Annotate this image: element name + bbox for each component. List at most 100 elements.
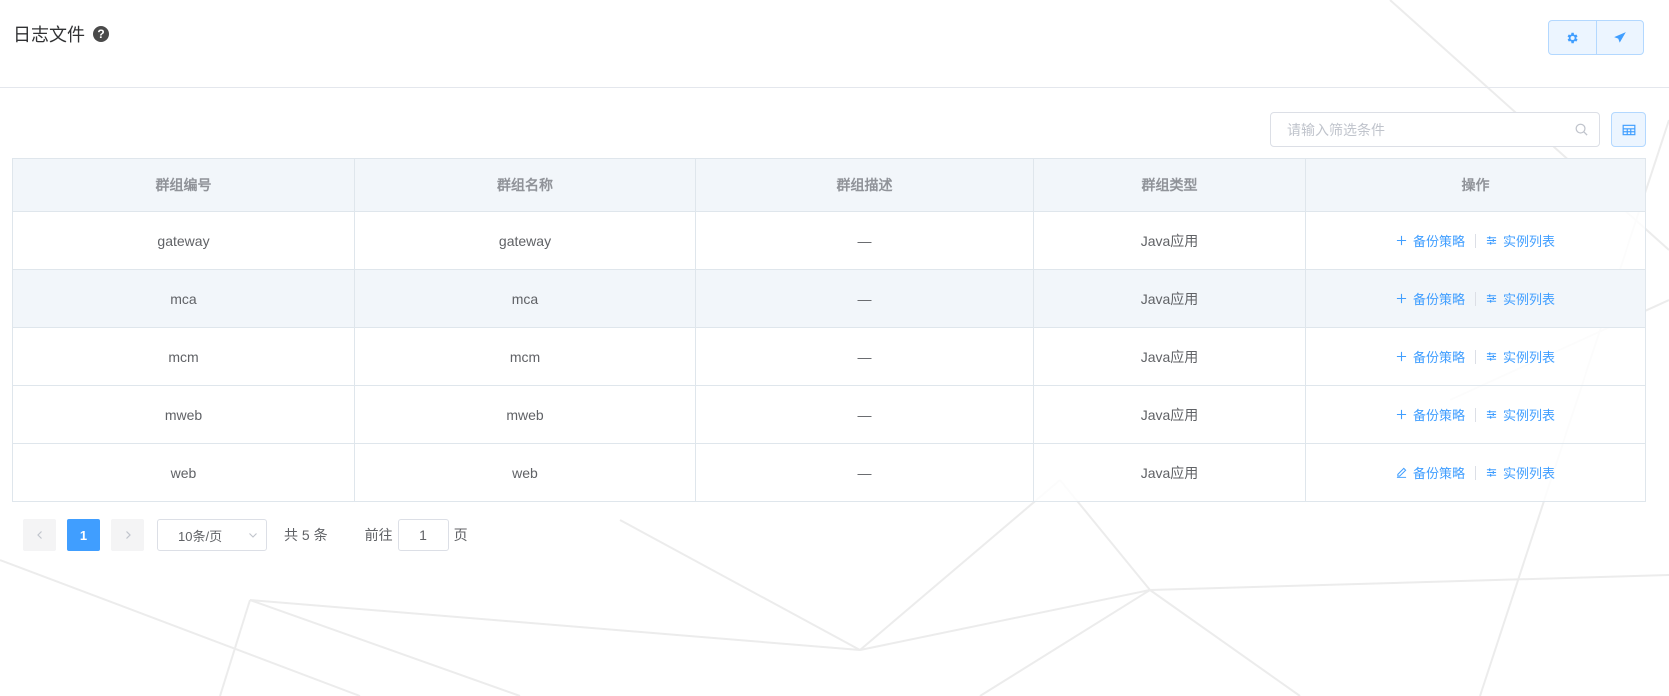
instance-list-label: 实例列表 [1503,350,1556,365]
goto-prefix: 前往 [364,527,393,543]
action-divider [1475,465,1476,480]
backup-policy-link[interactable]: 备份策略 [1396,463,1465,482]
plus-icon [1396,235,1407,246]
instance-list-link[interactable]: 实例列表 [1486,347,1555,366]
filter-search-box [1270,112,1600,147]
instance-list-label: 实例列表 [1503,408,1556,423]
chevron-right-icon [125,531,131,539]
edit-icon [1396,467,1407,478]
column-header-group-desc[interactable]: 群组描述 [695,158,1034,212]
backup-policy-label: 备份策略 [1412,292,1465,307]
cell-group-type: Java应用 [1033,211,1306,270]
sliders-icon [1486,352,1497,361]
cell-actions: 备份策略 实例列表 [1305,211,1646,270]
instance-list-label: 实例列表 [1503,234,1556,249]
cell-actions: 备份策略 实例列表 [1305,327,1646,386]
table-row: web web — Java应用 备份策略 实例列表 [12,443,1646,502]
filter-search-input[interactable] [1287,121,1574,138]
backup-policy-label: 备份策略 [1412,234,1465,249]
action-divider [1475,407,1476,422]
sliders-icon [1486,468,1497,477]
cell-actions: 备份策略 实例列表 [1305,443,1646,502]
cell-group-name: gateway [354,211,696,270]
backup-policy-link[interactable]: 备份策略 [1396,405,1465,424]
send-icon [1613,31,1626,43]
page: 日志文件 ? 请输入筛选条件 群组编号 群组名称 群组描述 群组类型 操作 ga… [0,0,1669,696]
send-button[interactable] [1595,21,1644,54]
page-title: 日志文件 ? [13,21,109,47]
cell-group-id: mcm [12,327,355,386]
cell-group-id: gateway [12,211,355,270]
backup-policy-link[interactable]: 备份策略 [1396,289,1465,308]
instance-list-label: 实例列表 [1503,466,1556,481]
column-header-group-id[interactable]: 群组编号 [12,158,355,212]
cell-group-desc: — [695,211,1034,270]
page-size-select[interactable]: 10条/页 [157,519,267,551]
page-header: 日志文件 ? [0,0,1669,88]
group-table: 群组编号 群组名称 群组描述 群组类型 操作 gateway gateway —… [12,158,1646,502]
next-page-button[interactable] [111,519,144,551]
table-row: mca mca — Java应用 备份策略 实例列表 [12,269,1646,328]
cell-group-name: mca [354,269,696,328]
sliders-icon [1486,410,1497,419]
column-settings-button[interactable] [1611,112,1646,147]
table-row: mcm mcm — Java应用 备份策略 实例列表 [12,327,1646,386]
page-size-value: 10条/页 [178,528,223,544]
instance-list-label: 实例列表 [1503,292,1556,307]
column-header-group-name[interactable]: 群组名称 [354,158,696,212]
page-jumper: 前往 页 [365,519,468,551]
plus-icon [1396,409,1407,420]
cell-group-type: Java应用 [1033,385,1306,444]
cell-group-desc: — [695,385,1034,444]
search-icon[interactable] [1574,122,1589,137]
sliders-icon [1486,236,1497,245]
instance-list-link[interactable]: 实例列表 [1486,405,1555,424]
cell-group-name: mcm [354,327,696,386]
cell-group-type: Java应用 [1033,443,1306,502]
cell-group-type: Java应用 [1033,269,1306,328]
cell-group-desc: — [695,443,1034,502]
backup-policy-label: 备份策略 [1412,350,1465,365]
action-divider [1475,291,1476,306]
backup-policy-link[interactable]: 备份策略 [1396,347,1465,366]
page-title-text: 日志文件 [13,25,85,45]
cell-group-id: mweb [12,385,355,444]
settings-button[interactable] [1549,21,1596,54]
cell-group-name: mweb [354,385,696,444]
table-columns-icon [1622,124,1635,135]
backup-policy-label: 备份策略 [1412,408,1465,423]
plus-icon [1396,293,1407,304]
chevron-down-icon [249,533,257,538]
question-circle-icon[interactable]: ? [93,26,109,42]
action-divider [1475,233,1476,248]
action-divider [1475,349,1476,364]
cell-group-desc: — [695,327,1034,386]
cell-group-desc: — [695,269,1034,328]
cell-group-id: mca [12,269,355,328]
instance-list-link[interactable]: 实例列表 [1486,231,1555,250]
plus-icon [1396,351,1407,362]
chevron-left-icon [36,531,42,539]
table-header-row: 群组编号 群组名称 群组描述 群组类型 操作 [12,158,1646,212]
header-action-group [1548,20,1644,55]
sliders-icon [1486,294,1497,303]
backup-policy-link[interactable]: 备份策略 [1396,231,1465,250]
column-header-group-type[interactable]: 群组类型 [1033,158,1306,212]
table-row: mweb mweb — Java应用 备份策略 实例列表 [12,385,1646,444]
backup-policy-label: 备份策略 [1412,466,1465,481]
cell-group-type: Java应用 [1033,327,1306,386]
goto-suffix: 页 [453,527,468,543]
cell-group-id: web [12,443,355,502]
pagination: 1 10条/页 共 5 条 前往 页 [23,519,468,551]
prev-page-button[interactable] [23,519,56,551]
pagination-total: 共 5 条 [284,527,328,543]
goto-page-input[interactable] [397,519,449,551]
gear-icon [1567,32,1578,43]
instance-list-link[interactable]: 实例列表 [1486,463,1555,482]
instance-list-link[interactable]: 实例列表 [1486,289,1555,308]
cell-actions: 备份策略 实例列表 [1305,269,1646,328]
cell-group-name: web [354,443,696,502]
table-row: gateway gateway — Java应用 备份策略 实例列表 [12,211,1646,270]
page-number-current[interactable]: 1 [67,519,100,551]
column-header-actions: 操作 [1305,158,1646,212]
